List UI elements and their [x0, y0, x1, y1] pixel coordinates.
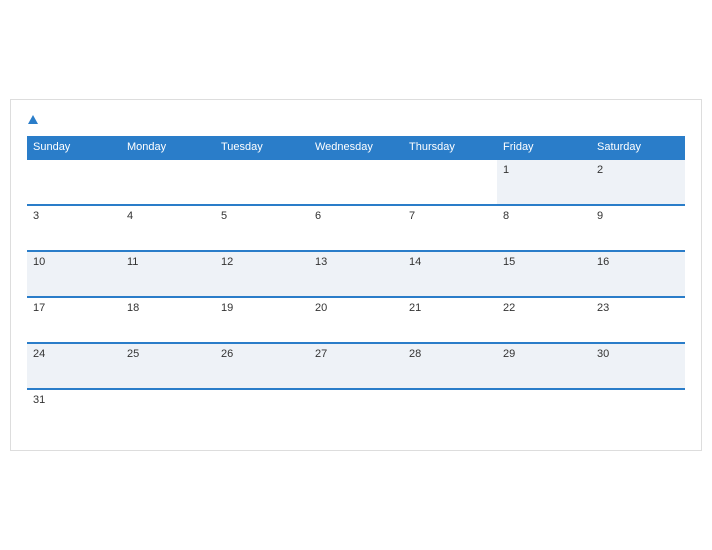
day-number: 17: [33, 302, 45, 314]
day-number: 19: [221, 302, 233, 314]
calendar-cell: 2: [591, 159, 685, 205]
calendar-cell: 7: [403, 205, 497, 251]
calendar-tbody: 1234567891011121314151617181920212223242…: [27, 159, 685, 434]
day-number: 2: [597, 164, 603, 176]
calendar-cell: 31: [27, 389, 121, 434]
day-number: 4: [127, 210, 133, 222]
calendar-cell: 14: [403, 251, 497, 297]
calendar-cell: 23: [591, 297, 685, 343]
calendar-table: SundayMondayTuesdayWednesdayThursdayFrid…: [27, 136, 685, 434]
weekday-header-monday: Monday: [121, 136, 215, 159]
day-number: 12: [221, 256, 233, 268]
day-number: 10: [33, 256, 45, 268]
calendar-cell: 22: [497, 297, 591, 343]
day-number: 15: [503, 256, 515, 268]
weekday-header-thursday: Thursday: [403, 136, 497, 159]
calendar-cell: 6: [309, 205, 403, 251]
day-number: 8: [503, 210, 509, 222]
calendar-cell: 30: [591, 343, 685, 389]
logo-triangle: [28, 115, 38, 124]
calendar-cell: 5: [215, 205, 309, 251]
calendar-cell: [309, 389, 403, 434]
weekday-header-friday: Friday: [497, 136, 591, 159]
weekday-header-row: SundayMondayTuesdayWednesdayThursdayFrid…: [27, 136, 685, 159]
calendar-cell: [215, 159, 309, 205]
calendar-cell: 12: [215, 251, 309, 297]
weekday-header-wednesday: Wednesday: [309, 136, 403, 159]
calendar-cell: 8: [497, 205, 591, 251]
calendar-week-4: 24 25 26 27 28 29 30: [27, 343, 685, 389]
day-number: 20: [315, 302, 327, 314]
day-number: 29: [503, 348, 515, 360]
calendar-cell: [121, 389, 215, 434]
calendar-cell: 1: [497, 159, 591, 205]
day-number: 21: [409, 302, 421, 314]
day-number: 5: [221, 210, 227, 222]
logo-blue: [27, 112, 38, 126]
calendar-cell: [215, 389, 309, 434]
calendar-cell: 13: [309, 251, 403, 297]
calendar-thead: SundayMondayTuesdayWednesdayThursdayFrid…: [27, 136, 685, 159]
weekday-header-tuesday: Tuesday: [215, 136, 309, 159]
weekday-header-sunday: Sunday: [27, 136, 121, 159]
day-number: 3: [33, 210, 39, 222]
calendar-cell: [403, 159, 497, 205]
calendar-week-3: 17 18 19 20 21 22 23: [27, 297, 685, 343]
day-number: 14: [409, 256, 421, 268]
calendar-cell: 28: [403, 343, 497, 389]
calendar-week-0: 12: [27, 159, 685, 205]
day-number: 7: [409, 210, 415, 222]
day-number: 25: [127, 348, 139, 360]
calendar-cell: [309, 159, 403, 205]
calendar-cell: [497, 389, 591, 434]
calendar-cell: 3: [27, 205, 121, 251]
day-number: 6: [315, 210, 321, 222]
calendar-week-1: 3 4 5 6 7 8 9: [27, 205, 685, 251]
day-number: 11: [127, 256, 138, 268]
day-number: 13: [315, 256, 327, 268]
calendar-cell: 16: [591, 251, 685, 297]
calendar-week-2: 10 11 12 13 14 15 16: [27, 251, 685, 297]
calendar-cell: [591, 389, 685, 434]
calendar-cell: 15: [497, 251, 591, 297]
calendar-cell: 24: [27, 343, 121, 389]
day-number: 22: [503, 302, 515, 314]
day-number: 23: [597, 302, 609, 314]
calendar-cell: 29: [497, 343, 591, 389]
day-number: 31: [33, 394, 45, 406]
calendar-cell: [121, 159, 215, 205]
logo-text: [27, 112, 38, 126]
calendar-cell: 18: [121, 297, 215, 343]
calendar-cell: [403, 389, 497, 434]
day-number: 18: [127, 302, 139, 314]
calendar-cell: 9: [591, 205, 685, 251]
calendar-cell: 27: [309, 343, 403, 389]
calendar-cell: 25: [121, 343, 215, 389]
day-number: 1: [503, 164, 509, 176]
calendar-header: [27, 112, 685, 126]
day-number: 27: [315, 348, 327, 360]
calendar-cell: 21: [403, 297, 497, 343]
calendar-cell: 17: [27, 297, 121, 343]
calendar-cell: 11: [121, 251, 215, 297]
calendar-cell: [27, 159, 121, 205]
weekday-header-saturday: Saturday: [591, 136, 685, 159]
day-number: 16: [597, 256, 609, 268]
calendar: SundayMondayTuesdayWednesdayThursdayFrid…: [10, 99, 702, 451]
calendar-cell: 19: [215, 297, 309, 343]
day-number: 28: [409, 348, 421, 360]
calendar-cell: 26: [215, 343, 309, 389]
calendar-cell: 10: [27, 251, 121, 297]
day-number: 26: [221, 348, 233, 360]
calendar-week-5: 31: [27, 389, 685, 434]
day-number: 9: [597, 210, 603, 222]
day-number: 24: [33, 348, 45, 360]
calendar-cell: 4: [121, 205, 215, 251]
day-number: 30: [597, 348, 609, 360]
logo: [27, 112, 38, 126]
calendar-cell: 20: [309, 297, 403, 343]
